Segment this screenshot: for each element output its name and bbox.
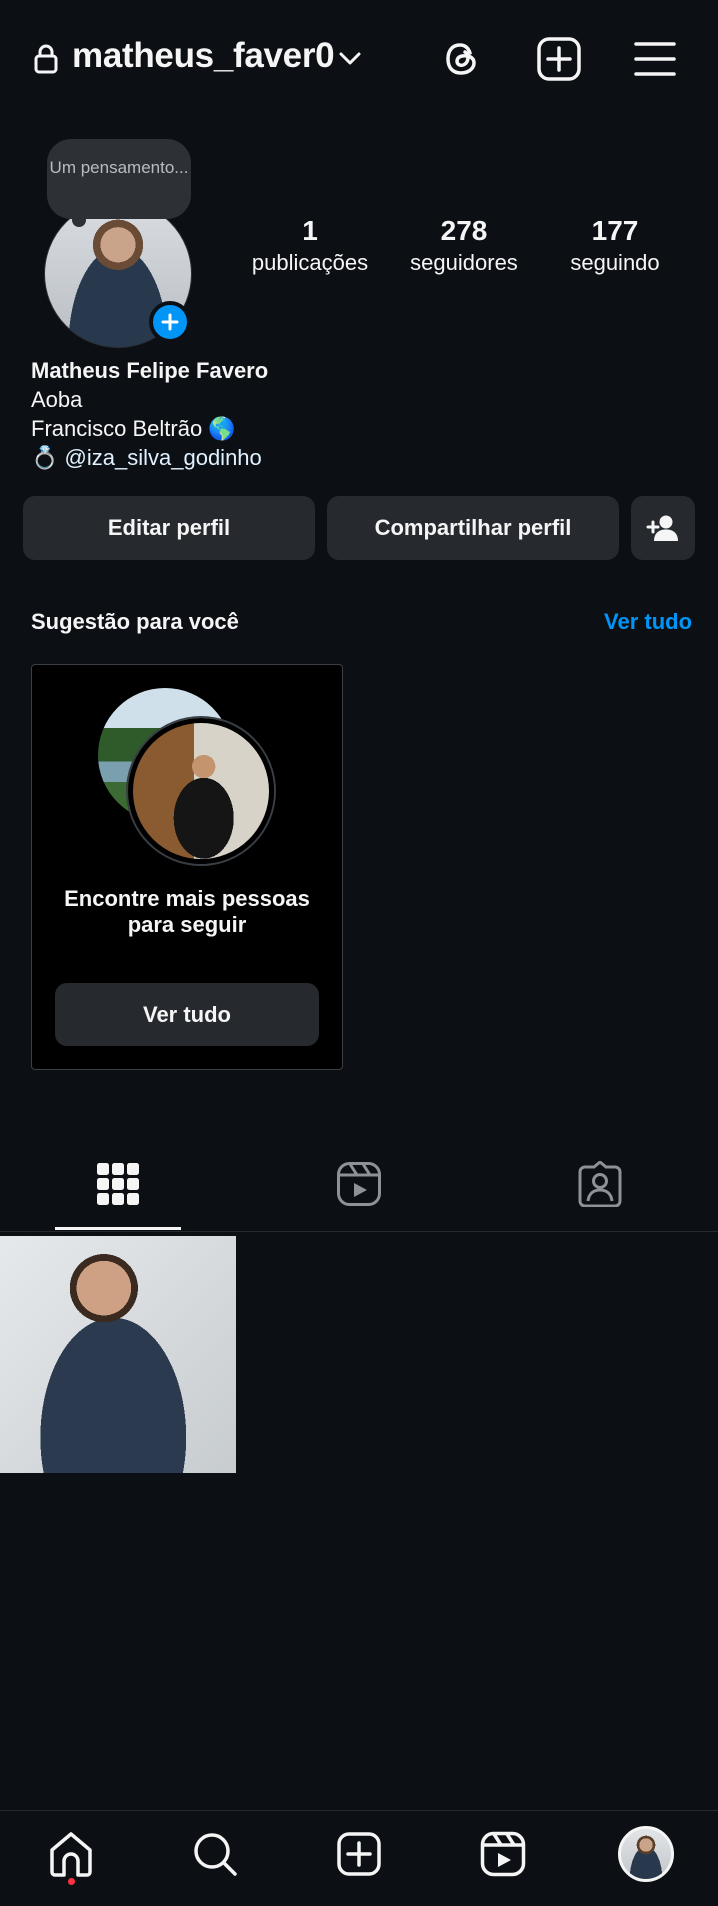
notification-dot	[68, 1878, 75, 1885]
note-bubble-tail	[72, 213, 86, 227]
reels-icon	[337, 1162, 381, 1206]
plus-icon	[161, 313, 179, 331]
nav-reels[interactable]	[475, 1826, 531, 1882]
new-post-button[interactable]	[534, 34, 584, 84]
following-count-value: 177	[591, 215, 639, 246]
threads-button[interactable]	[437, 34, 487, 84]
note-bubble[interactable]: Um pensamento...	[47, 139, 191, 219]
tab-tagged[interactable]	[572, 1156, 628, 1212]
bio-line: Aoba	[31, 387, 83, 412]
bio-mention-link[interactable]: @iza_silva_godinho	[65, 445, 262, 470]
nav-home[interactable]	[43, 1826, 99, 1882]
followers-count-value: 278	[440, 215, 488, 246]
nav-profile[interactable]	[618, 1826, 674, 1882]
threads-icon	[446, 43, 476, 75]
profile-avatar-small	[618, 1826, 674, 1882]
suggestion-card-text: Encontre mais pessoas para seguir	[64, 886, 310, 937]
discover-people-button[interactable]	[631, 496, 695, 560]
grid-icon	[97, 1163, 139, 1205]
menu-icon	[634, 42, 676, 76]
suggestion-card-see-all-button[interactable]: Ver tudo	[55, 983, 319, 1046]
home-icon	[50, 1832, 92, 1877]
top-bar: matheus_faver0	[0, 0, 718, 118]
suggestion-photo-front	[128, 718, 274, 864]
posts-count-label: publicações	[251, 250, 369, 275]
posts-count[interactable]: 1 publicações	[240, 214, 380, 278]
account-switcher-username[interactable]: matheus_faver0	[72, 36, 335, 76]
tab-posts-grid[interactable]	[90, 1156, 146, 1212]
tagged-icon	[578, 1161, 622, 1207]
reels-icon	[480, 1831, 526, 1877]
tabs-divider	[0, 1231, 718, 1232]
followers-count[interactable]: 278 seguidores	[394, 214, 534, 278]
profile-full-name: Matheus Felipe Favero	[31, 358, 269, 383]
add-story-button[interactable]	[149, 301, 191, 343]
bio-mention-line: 💍 @iza_silva_godinho	[31, 443, 268, 472]
chevron-down-icon[interactable]	[337, 48, 363, 70]
share-profile-button[interactable]: Compartilhar perfil	[327, 496, 619, 560]
edit-profile-button[interactable]: Editar perfil	[23, 496, 315, 560]
create-icon	[337, 1832, 381, 1876]
profile-bio: Matheus Felipe Favero Aoba Francisco Bel…	[31, 356, 268, 472]
post-thumbnail[interactable]	[0, 1236, 236, 1473]
followers-count-label: seguidores	[410, 250, 518, 275]
nav-create[interactable]	[331, 1826, 387, 1882]
search-icon	[194, 1833, 237, 1876]
menu-button[interactable]	[630, 34, 680, 84]
posts-count-value: 1	[302, 215, 318, 246]
nav-search[interactable]	[187, 1826, 243, 1882]
suggestions-title: Sugestão para você	[31, 609, 239, 634]
following-count-label: seguindo	[570, 250, 660, 275]
following-count[interactable]: 177 seguindo	[545, 214, 685, 278]
bio-location: Francisco Beltrão 🌎	[31, 416, 236, 441]
tab-reels[interactable]	[331, 1156, 387, 1212]
new-post-icon	[537, 37, 581, 81]
add-person-icon	[646, 515, 678, 541]
active-tab-indicator	[55, 1227, 181, 1230]
suggestions-see-all-link[interactable]: Ver tudo	[604, 609, 692, 635]
lock-icon	[34, 44, 58, 74]
ring-emoji: 💍	[31, 445, 59, 470]
